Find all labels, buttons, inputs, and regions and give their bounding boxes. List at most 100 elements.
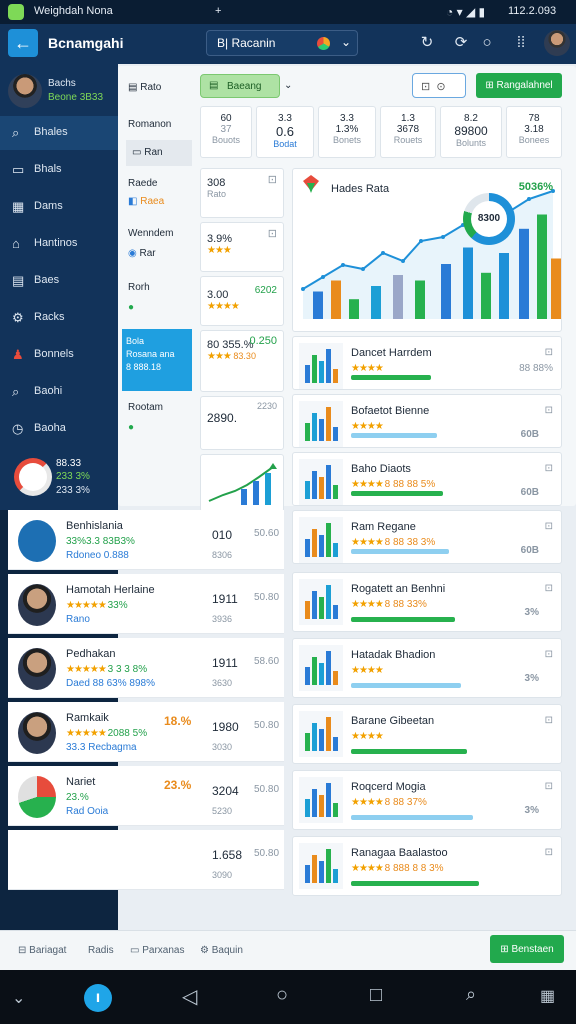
list-item[interactable]: Baho Diaots ★★★★ 8 88 88 5% 60B ⊡ — [292, 452, 562, 506]
list-item[interactable]: Ranagaa Baalastoo ★★★★ 8 888 8 8 3% ⊡ — [292, 836, 562, 896]
row-value-3: 3936 — [212, 614, 233, 624]
table-row[interactable]: Nariet 23.% Rad Ooia 3204 50.80 5230 23.% — [8, 766, 284, 826]
menu-icon[interactable]: ⊡ — [545, 521, 553, 532]
progress-bar — [351, 617, 455, 622]
list-item[interactable]: Roqcerd Mogia ★★★★ 8 88 37% 3% ⊡ — [292, 770, 562, 830]
table-row[interactable]: Ramkaik ★★★★★ 2088 5% 33.3 Recbagma 1980 50.… — [8, 702, 284, 762]
add-button[interactable]: ⊞ Rangalahnel — [476, 73, 562, 98]
kpi-value: 37 — [220, 124, 232, 135]
list-item[interactable]: Hatadak Bhadion ★★★★ 3% ⊡ — [292, 638, 562, 698]
sidebar-item-3[interactable]: ▦ Dams — [0, 190, 118, 224]
sidebar-item-9[interactable]: ◷ Baoha — [0, 412, 118, 446]
rating-stars: ★★★★★ — [66, 600, 108, 611]
kpi-card[interactable]: 60 37 Bouots — [200, 106, 252, 158]
list-item-value: 60B — [520, 487, 539, 498]
toolbar-item-4[interactable]: ⚙ Baquin — [200, 945, 243, 956]
search-icon[interactable]: ⌕ — [466, 984, 476, 1005]
table-row[interactable]: 1.658 50.80 3090 — [8, 830, 284, 890]
table-row[interactable]: Benhislania 33%3.3 83B3% Rdoneo 0.888 010 50… — [8, 510, 284, 570]
kpi-card[interactable]: 8.2 89800 Bolunts — [440, 106, 502, 158]
sidebar-item-5[interactable]: ▤ Baes — [0, 264, 118, 298]
left-chip[interactable]: ▭ Ran — [126, 140, 192, 166]
menu-icon[interactable]: ⊡ — [545, 463, 553, 474]
bar-chart-thumbnail — [299, 645, 343, 691]
assistant-icon[interactable]: ı — [84, 984, 112, 1012]
rating-stars: ★★★★ — [351, 537, 385, 548]
workspace-selector[interactable]: B| Racanin ⌄ — [206, 30, 358, 56]
sidebar-label: Baoha — [34, 422, 66, 434]
table-row[interactable]: Pedhakan ★★★★★ 3 3 3 8% Daed 88 63% 898% 19… — [8, 638, 284, 698]
info-icon[interactable]: ⊡ — [268, 227, 277, 240]
circle-icon[interactable]: ○ — [478, 34, 496, 52]
kpi-caption: Bonees — [518, 135, 550, 145]
gear-icon: ⚙ — [200, 945, 212, 956]
list-item-title: Ranagaa Baalastoo — [351, 847, 448, 859]
sidebar-item-4[interactable]: ⌂ Hantinos — [0, 227, 118, 261]
menu-icon[interactable]: ⊡ — [545, 347, 553, 358]
list-item-meta: 88 88% — [519, 363, 553, 374]
kpi-value: 1.3% — [335, 124, 359, 135]
bar-chart-thumbnail — [299, 711, 343, 757]
sidebar-item-8[interactable]: ⌕ Baohi — [0, 375, 118, 409]
toolbar-item-3[interactable]: ▭ Parxanas — [130, 945, 184, 956]
mid-card[interactable]: 3.9% ★★★ ⊡ — [200, 222, 284, 272]
list-item[interactable]: Dancet Harrdem ★★★★ 88 88% ⊡ — [292, 336, 562, 390]
list-item[interactable]: Bofaetot Bienne ★★★★ 60B ⊡ — [292, 394, 562, 448]
kpi-card[interactable]: 78 3.18 Bonees — [506, 106, 562, 158]
sidebar-item-1[interactable]: ⌕ Bhales — [0, 116, 118, 150]
refresh-icon[interactable]: ↻ — [418, 34, 436, 52]
recents-square-icon[interactable]: □ — [370, 984, 382, 1007]
mid-card[interactable]: 308 Rato ⊡ — [200, 168, 284, 218]
list-item[interactable]: Rogatett an Benhni ★★★★ 8 88 33% 3% ⊡ — [292, 572, 562, 632]
sync-icon[interactable]: ⟳ — [452, 34, 470, 52]
view-toggle[interactable]: ⊡ ⊙ — [412, 73, 466, 98]
list-item[interactable]: Barane Gibeetan ★★★★ ⊡ — [292, 704, 562, 764]
kpi-label: 60 — [220, 113, 232, 124]
filter-button[interactable]: ▤ Baeang — [200, 74, 280, 98]
kpi-card[interactable]: 3.3 0.6 Bodat — [256, 106, 314, 158]
menu-icon[interactable]: ⊡ — [545, 649, 553, 660]
toolbar-item-2[interactable]: Radis — [88, 945, 114, 956]
kpi-card[interactable]: 3.3 1.3% Bonets — [318, 106, 376, 158]
kpi-caption: Bonets — [332, 135, 362, 145]
menu-icon[interactable]: ⊡ — [545, 405, 553, 416]
info-icon[interactable]: ⊡ — [268, 173, 277, 186]
row-name: Pedhakan — [66, 648, 116, 660]
menu-icon[interactable]: ⊡ — [545, 583, 553, 594]
kpi-card[interactable]: 1.3 3678 Rouets — [380, 106, 436, 158]
avatar[interactable] — [544, 30, 570, 56]
menu-icon[interactable]: ⊡ — [545, 715, 553, 726]
home-circle-icon[interactable]: ○ — [276, 984, 288, 1007]
menu-icon[interactable]: ⊡ — [545, 847, 553, 858]
thumb-bar — [312, 657, 317, 685]
kpi-label: 1.3 — [401, 113, 415, 124]
mid-card[interactable]: 2890. 2230 — [200, 396, 284, 450]
sidebar-item-2[interactable]: ▭ Bhals — [0, 153, 118, 187]
active-card[interactable]: Bola Rosana ana 8 888.18 — [122, 329, 192, 391]
add-button-label: Rangalahnel — [496, 80, 553, 91]
sidebar-item-6[interactable]: ⚙ Racks — [0, 301, 118, 335]
table-row[interactable]: Hamotah Herlaine ★★★★★ 33% Rano 1911 50.80 39… — [8, 574, 284, 634]
chart-bar — [537, 214, 547, 319]
qr-icon[interactable]: ▦ — [540, 986, 555, 1006]
list-item[interactable]: Ram Regane ★★★★ 8 88 38 3% 60B ⊡ — [292, 510, 562, 564]
primary-action-button[interactable]: ⊞ Benstaen — [490, 935, 564, 963]
rating-stars: ★★★★ — [207, 301, 240, 312]
thumb-bar — [333, 369, 338, 383]
mid-card[interactable]: 80 355.% 0.250 ★★★ 83.30 — [200, 330, 284, 392]
left-chip-row[interactable]: ◧ Raea — [128, 196, 164, 207]
grid-icon[interactable]: ⁞⁞ — [512, 34, 530, 52]
chart-bar — [331, 280, 341, 319]
chevron-down-icon[interactable]: ⌄ — [12, 988, 25, 1008]
row-value: 3204 — [212, 784, 239, 798]
back-arrow-icon[interactable]: ← — [8, 29, 38, 57]
sidebar-item-7[interactable]: ♟ Bonnels — [0, 338, 118, 372]
mid-card[interactable]: 3.00 6202 ★★★★ — [200, 276, 284, 326]
toolbar-item-1[interactable]: ⊟ Bariagat — [18, 945, 66, 956]
mini-chart-card[interactable] — [200, 454, 284, 512]
back-triangle-icon[interactable]: ◁ — [182, 984, 197, 1009]
menu-icon[interactable]: ⊡ — [545, 781, 553, 792]
chevron-down-icon[interactable]: ⌄ — [284, 80, 292, 91]
left-chip-row-2[interactable]: ◉ Rar — [128, 248, 156, 259]
profile-avatar[interactable] — [8, 74, 42, 108]
